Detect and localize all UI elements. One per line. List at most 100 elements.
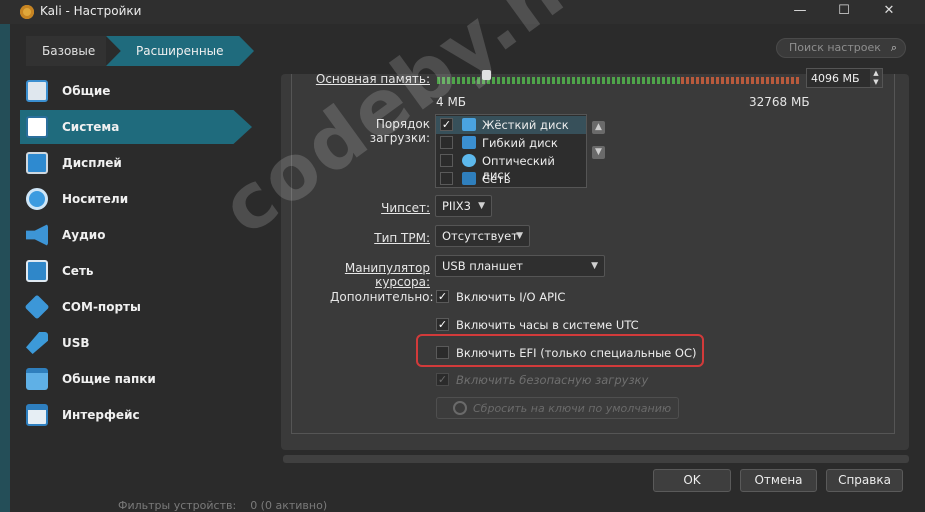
boot-floppy-checkbox[interactable]	[440, 136, 453, 149]
memory-slider-overcommit-zone	[681, 77, 799, 84]
sidebar-item-audio[interactable]: Аудио	[20, 218, 252, 252]
chipset-select[interactable]: PIIX3 ▼	[435, 195, 492, 217]
sidebar-item-usb[interactable]: USB	[20, 326, 252, 360]
search-placeholder: Поиск настроек	[789, 41, 881, 54]
interface-icon	[26, 404, 48, 426]
boot-item-label: Гибкий диск	[482, 136, 558, 150]
boot-network-checkbox[interactable]	[440, 172, 453, 185]
boot-hard-disk-checkbox[interactable]: ✓	[440, 118, 453, 131]
device-filters-label: Фильтры устройств:	[118, 499, 237, 512]
sidebar-item-serial-ports[interactable]: COM-порты	[20, 290, 252, 324]
sidebar-item-general[interactable]: Общие	[20, 74, 252, 108]
chevron-down-icon: ▼	[591, 261, 598, 271]
tab-basic[interactable]: Базовые	[26, 36, 106, 66]
display-icon	[26, 152, 48, 174]
hard-disk-icon	[462, 118, 476, 131]
reset-keys-button: Сбросить на ключи по умолчанию	[436, 397, 679, 419]
general-icon	[26, 80, 48, 102]
close-icon[interactable]: ✕	[879, 2, 899, 22]
virtualbox-app-icon	[20, 5, 34, 19]
usb-icon	[26, 332, 48, 354]
audio-icon	[26, 224, 48, 246]
maximize-icon[interactable]: ☐	[834, 2, 854, 22]
pointing-device-label: Манипулятор курсора:	[344, 261, 430, 289]
sidebar-item-network[interactable]: Сеть	[20, 254, 252, 288]
memory-value: 4096 МБ	[811, 72, 860, 85]
sidebar-item-system[interactable]: Система	[20, 110, 252, 144]
boot-item-label: Жёсткий диск	[482, 118, 569, 132]
sidebar-item-label: Сеть	[62, 264, 94, 278]
boot-item-label: Сеть	[482, 172, 511, 186]
spin-arrows-icon[interactable]: ▲ ▼	[870, 69, 882, 87]
utc-checkbox[interactable]: ✓	[436, 318, 449, 331]
boot-order-label: Порядок загрузки:	[369, 117, 430, 145]
shared-folders-icon	[26, 368, 48, 390]
extended-features-label: Дополнительно:	[330, 290, 434, 304]
chevron-down-icon: ▼	[478, 201, 485, 211]
sidebar-item-storage[interactable]: Носители	[20, 182, 252, 216]
sidebar-item-display[interactable]: Дисплей	[20, 146, 252, 180]
device-filters-count: 0 (0 активно)	[250, 499, 328, 512]
move-up-icon[interactable]: ▲	[592, 121, 605, 134]
ok-button[interactable]: OK	[653, 469, 731, 492]
help-button[interactable]: Справка	[826, 469, 903, 492]
sidebar-item-interface[interactable]: Интерфейс	[20, 398, 252, 432]
device-filters-status: Фильтры устройств: 0 (0 активно)	[118, 499, 327, 512]
sidebar-item-label: USB	[62, 336, 90, 350]
background-strip	[0, 24, 10, 512]
sidebar-item-label: Общие папки	[62, 372, 156, 386]
system-icon	[26, 116, 48, 138]
tpm-label: Тип TPM:	[374, 231, 430, 245]
mode-bar: Базовые Расширенные Поиск настроек ⌕	[18, 34, 906, 68]
io-apic-checkbox[interactable]: ✓	[436, 290, 449, 303]
boot-item-floppy[interactable]: Гибкий диск	[436, 134, 586, 152]
secure-boot-label: Включить безопасную загрузку	[456, 373, 649, 387]
chevron-down-icon: ▼	[516, 231, 523, 241]
reset-icon	[453, 401, 467, 415]
pointing-device-select[interactable]: USB планшет ▼	[435, 255, 605, 277]
sidebar-item-label: Система	[62, 120, 120, 134]
serial-icon	[24, 294, 50, 320]
sidebar-item-label: Общие	[62, 84, 111, 98]
network-boot-icon	[462, 172, 476, 185]
pointing-device-value: USB планшет	[442, 259, 523, 273]
secure-boot-checkbox: ✓	[436, 373, 449, 386]
tab-expert[interactable]: Расширенные	[106, 36, 254, 66]
memory-max-label: 32768 МБ	[749, 95, 810, 109]
boot-item-hard-disk[interactable]: ✓ Жёсткий диск	[436, 116, 586, 134]
reset-keys-label: Сбросить на ключи по умолчанию	[473, 402, 672, 415]
memory-slider-handle[interactable]	[482, 70, 491, 80]
memory-spinbox[interactable]: 4096 МБ ▲ ▼	[806, 68, 883, 88]
window-title: Kali - Настройки	[40, 4, 142, 18]
memory-label: Основная память:	[315, 72, 430, 86]
boot-optical-checkbox[interactable]	[440, 154, 453, 167]
search-input[interactable]: Поиск настроек ⌕	[776, 38, 906, 58]
tpm-value: Отсутствует	[442, 229, 518, 243]
boot-item-optical[interactable]: Оптический диск	[436, 152, 586, 182]
utc-label: Включить часы в системе UTC	[456, 318, 639, 332]
io-apic-label: Включить I/O APIC	[456, 290, 566, 304]
floppy-icon	[462, 136, 476, 149]
memory-min-label: 4 МБ	[436, 95, 467, 109]
efi-highlight-frame	[416, 334, 704, 367]
sidebar-item-label: Аудио	[62, 228, 106, 242]
boot-order-list[interactable]: ✓ Жёсткий диск Гибкий диск Оптический ди…	[435, 114, 587, 188]
boot-item-network[interactable]: Сеть	[436, 170, 586, 188]
tpm-select[interactable]: Отсутствует ▼	[435, 225, 530, 247]
minimize-icon[interactable]: —	[790, 2, 810, 22]
optical-disk-icon	[462, 154, 476, 167]
move-down-icon[interactable]: ▼	[592, 146, 605, 159]
horizontal-scrollbar[interactable]	[283, 455, 909, 463]
settings-sidebar: Общие Система Дисплей Носители Аудио Сет…	[20, 74, 252, 434]
search-icon: ⌕	[890, 41, 898, 54]
title-bar: Kali - Настройки — ☐ ✕	[0, 0, 925, 24]
sidebar-item-label: Носители	[62, 192, 129, 206]
sidebar-item-label: Интерфейс	[62, 408, 140, 422]
storage-icon	[26, 188, 48, 210]
chipset-label: Чипсет:	[381, 201, 430, 215]
sidebar-item-label: Дисплей	[62, 156, 122, 170]
sidebar-item-label: COM-порты	[62, 300, 141, 314]
network-icon	[26, 260, 48, 282]
cancel-button[interactable]: Отмена	[740, 469, 817, 492]
sidebar-item-shared-folders[interactable]: Общие папки	[20, 362, 252, 396]
